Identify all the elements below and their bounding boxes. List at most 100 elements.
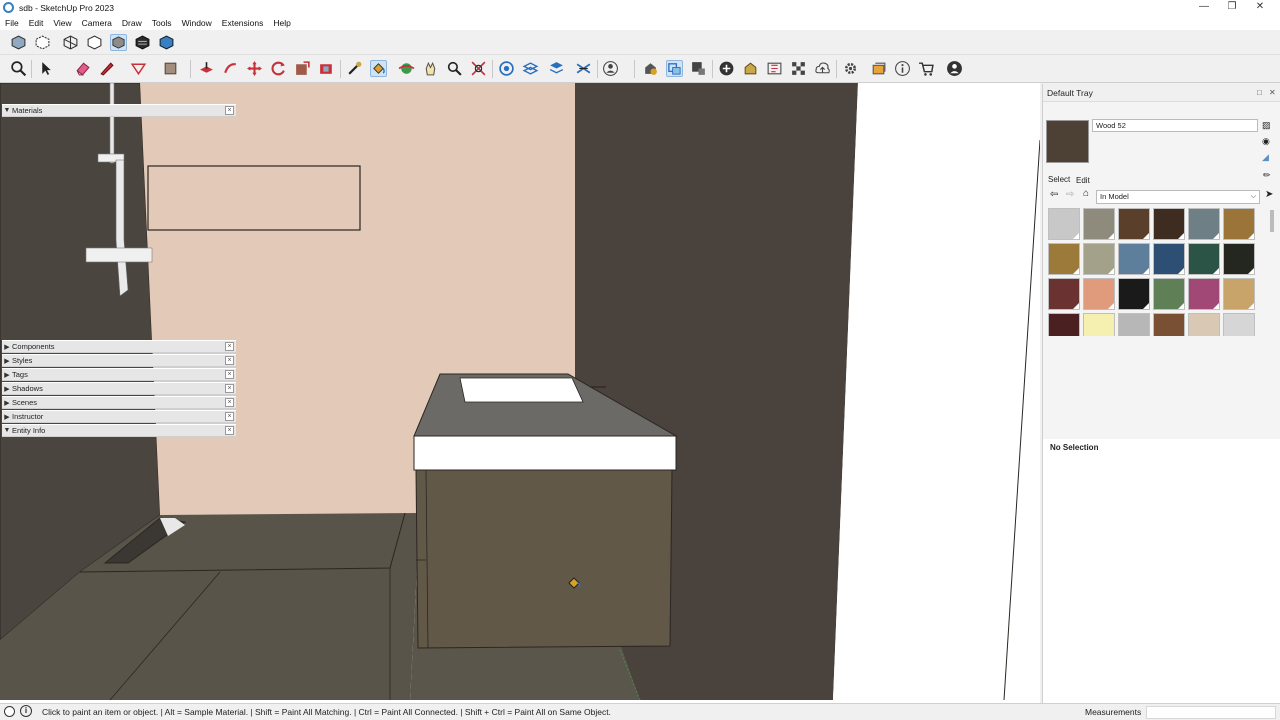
pencil-line-icon[interactable] <box>98 60 115 77</box>
xray-style-icon[interactable] <box>10 34 27 51</box>
eraser-icon[interactable] <box>74 60 91 77</box>
panel-entity-info-header[interactable]: ▼ Entity Info × <box>2 424 236 437</box>
material-name-field[interactable]: Wood 52 <box>1092 119 1258 132</box>
swatch-scrollbar[interactable] <box>1270 210 1274 232</box>
back-arrow-icon[interactable]: ⇦ <box>1050 189 1058 200</box>
cart-icon[interactable] <box>918 60 935 77</box>
material-swatch[interactable] <box>1153 313 1185 336</box>
orbit-icon[interactable] <box>398 60 415 77</box>
menu-camera[interactable]: Camera <box>77 18 117 28</box>
material-swatch[interactable] <box>1223 243 1255 275</box>
panel-close-icon[interactable]: × <box>225 356 234 365</box>
info-icon[interactable] <box>894 60 911 77</box>
zoom-extents-search-icon[interactable] <box>10 60 27 77</box>
checker-texture-icon[interactable] <box>790 60 807 77</box>
select-arrow-icon[interactable] <box>38 60 55 77</box>
close-icon[interactable]: ✕ <box>1246 0 1274 15</box>
maximize-icon[interactable]: ❐ <box>1218 0 1246 15</box>
create-material-icon[interactable]: ◉ <box>1262 136 1270 147</box>
menu-tools[interactable]: Tools <box>147 18 177 28</box>
panel-close-icon[interactable]: × <box>225 370 234 379</box>
material-swatch[interactable] <box>1153 278 1185 310</box>
panel-close-icon[interactable]: × <box>225 412 234 421</box>
menu-draw[interactable]: Draw <box>117 18 147 28</box>
display-secondary-icon[interactable]: ▨ <box>1262 120 1271 131</box>
display-section-cuts-icon[interactable] <box>548 60 565 77</box>
panel-shadows-header[interactable]: ▶ Shadows × <box>2 382 236 395</box>
material-swatch[interactable] <box>1083 243 1115 275</box>
material-swatch[interactable] <box>1188 278 1220 310</box>
material-swatch[interactable] <box>1118 313 1150 336</box>
materials-scene-icon[interactable] <box>690 60 707 77</box>
push-pull-icon[interactable] <box>198 60 215 77</box>
follow-me-icon[interactable] <box>222 60 239 77</box>
zoom-icon[interactable] <box>446 60 463 77</box>
hidden-line-style-icon[interactable] <box>86 34 103 51</box>
zoom-window-icon[interactable] <box>470 60 487 77</box>
material-swatch[interactable] <box>1118 208 1150 240</box>
menu-extensions[interactable]: Extensions <box>217 18 269 28</box>
extension-warehouse-icon[interactable] <box>742 60 759 77</box>
material-swatch[interactable] <box>1083 313 1115 336</box>
paint-bucket-icon[interactable] <box>370 60 387 77</box>
panel-close-icon[interactable]: × <box>225 384 234 393</box>
shaded-style-icon[interactable] <box>110 34 127 51</box>
panel-instructor-header[interactable]: ▶ Instructor × <box>2 410 236 423</box>
material-swatch[interactable] <box>1188 208 1220 240</box>
monochrome-style-icon[interactable] <box>158 34 175 51</box>
menu-view[interactable]: View <box>48 18 76 28</box>
component-options-icon[interactable] <box>666 60 683 77</box>
details-arrow-icon[interactable]: ➤ <box>1265 189 1273 200</box>
profile-avatar-icon[interactable] <box>946 60 963 77</box>
paint-default-icon[interactable]: ◢ <box>1262 152 1269 163</box>
material-swatch[interactable] <box>1083 208 1115 240</box>
material-swatch[interactable] <box>1048 243 1080 275</box>
sample-paint-dropper-icon[interactable]: ✏ <box>1263 170 1271 181</box>
rectangle-tool-icon[interactable] <box>162 60 179 77</box>
material-swatch[interactable] <box>1048 313 1080 336</box>
menu-window[interactable]: Window <box>177 18 217 28</box>
layout-icon[interactable] <box>766 60 783 77</box>
warehouse-icon[interactable] <box>642 60 659 77</box>
rotate-icon[interactable] <box>270 60 287 77</box>
move-icon[interactable] <box>246 60 263 77</box>
menu-help[interactable]: Help <box>268 18 295 28</box>
menu-file[interactable]: File <box>0 18 24 28</box>
dynamic-components-icon[interactable] <box>870 60 887 77</box>
library-select[interactable]: In Model ⌵ <box>1096 190 1260 204</box>
section-plane-icon[interactable] <box>498 60 515 77</box>
tray-pin-icon[interactable]: □ <box>1257 88 1262 97</box>
panel-close-icon[interactable]: × <box>225 342 234 351</box>
material-swatch[interactable] <box>1048 278 1080 310</box>
material-preview[interactable] <box>1046 120 1089 163</box>
back-edges-style-icon[interactable] <box>34 34 51 51</box>
cloud-upload-icon[interactable] <box>814 60 831 77</box>
panel-scenes-header[interactable]: ▶ Scenes × <box>2 396 236 409</box>
panel-close-icon[interactable]: × <box>225 398 234 407</box>
material-swatch[interactable] <box>1188 243 1220 275</box>
section-fill-icon[interactable] <box>575 60 592 77</box>
display-section-planes-icon[interactable] <box>522 60 539 77</box>
menu-edit[interactable]: Edit <box>24 18 49 28</box>
panel-components-header[interactable]: ▶ Components × <box>2 340 236 353</box>
tray-close-icon[interactable]: ✕ <box>1269 88 1276 97</box>
material-swatch[interactable] <box>1118 243 1150 275</box>
panel-materials-header[interactable]: ▼ Materials × <box>2 104 236 117</box>
material-swatch[interactable] <box>1223 278 1255 310</box>
scale-icon[interactable] <box>294 60 311 77</box>
home-icon[interactable]: ⌂ <box>1083 188 1089 199</box>
material-swatch[interactable] <box>1153 208 1185 240</box>
arc-tool-icon[interactable] <box>130 60 147 77</box>
material-swatch[interactable] <box>1153 243 1185 275</box>
geo-location-icon[interactable] <box>4 706 15 717</box>
material-swatch[interactable] <box>1223 208 1255 240</box>
minimize-icon[interactable]: — <box>1190 0 1218 15</box>
panel-tags-header[interactable]: ▶ Tags × <box>2 368 236 381</box>
panel-styles-header[interactable]: ▶ Styles × <box>2 354 236 367</box>
material-swatch[interactable] <box>1188 313 1220 336</box>
pan-icon[interactable] <box>422 60 439 77</box>
tab-edit[interactable]: Edit <box>1076 176 1090 185</box>
wireframe-style-icon[interactable] <box>62 34 79 51</box>
instructor-info-icon[interactable]: i <box>20 705 32 717</box>
tape-measure-icon[interactable] <box>346 60 363 77</box>
